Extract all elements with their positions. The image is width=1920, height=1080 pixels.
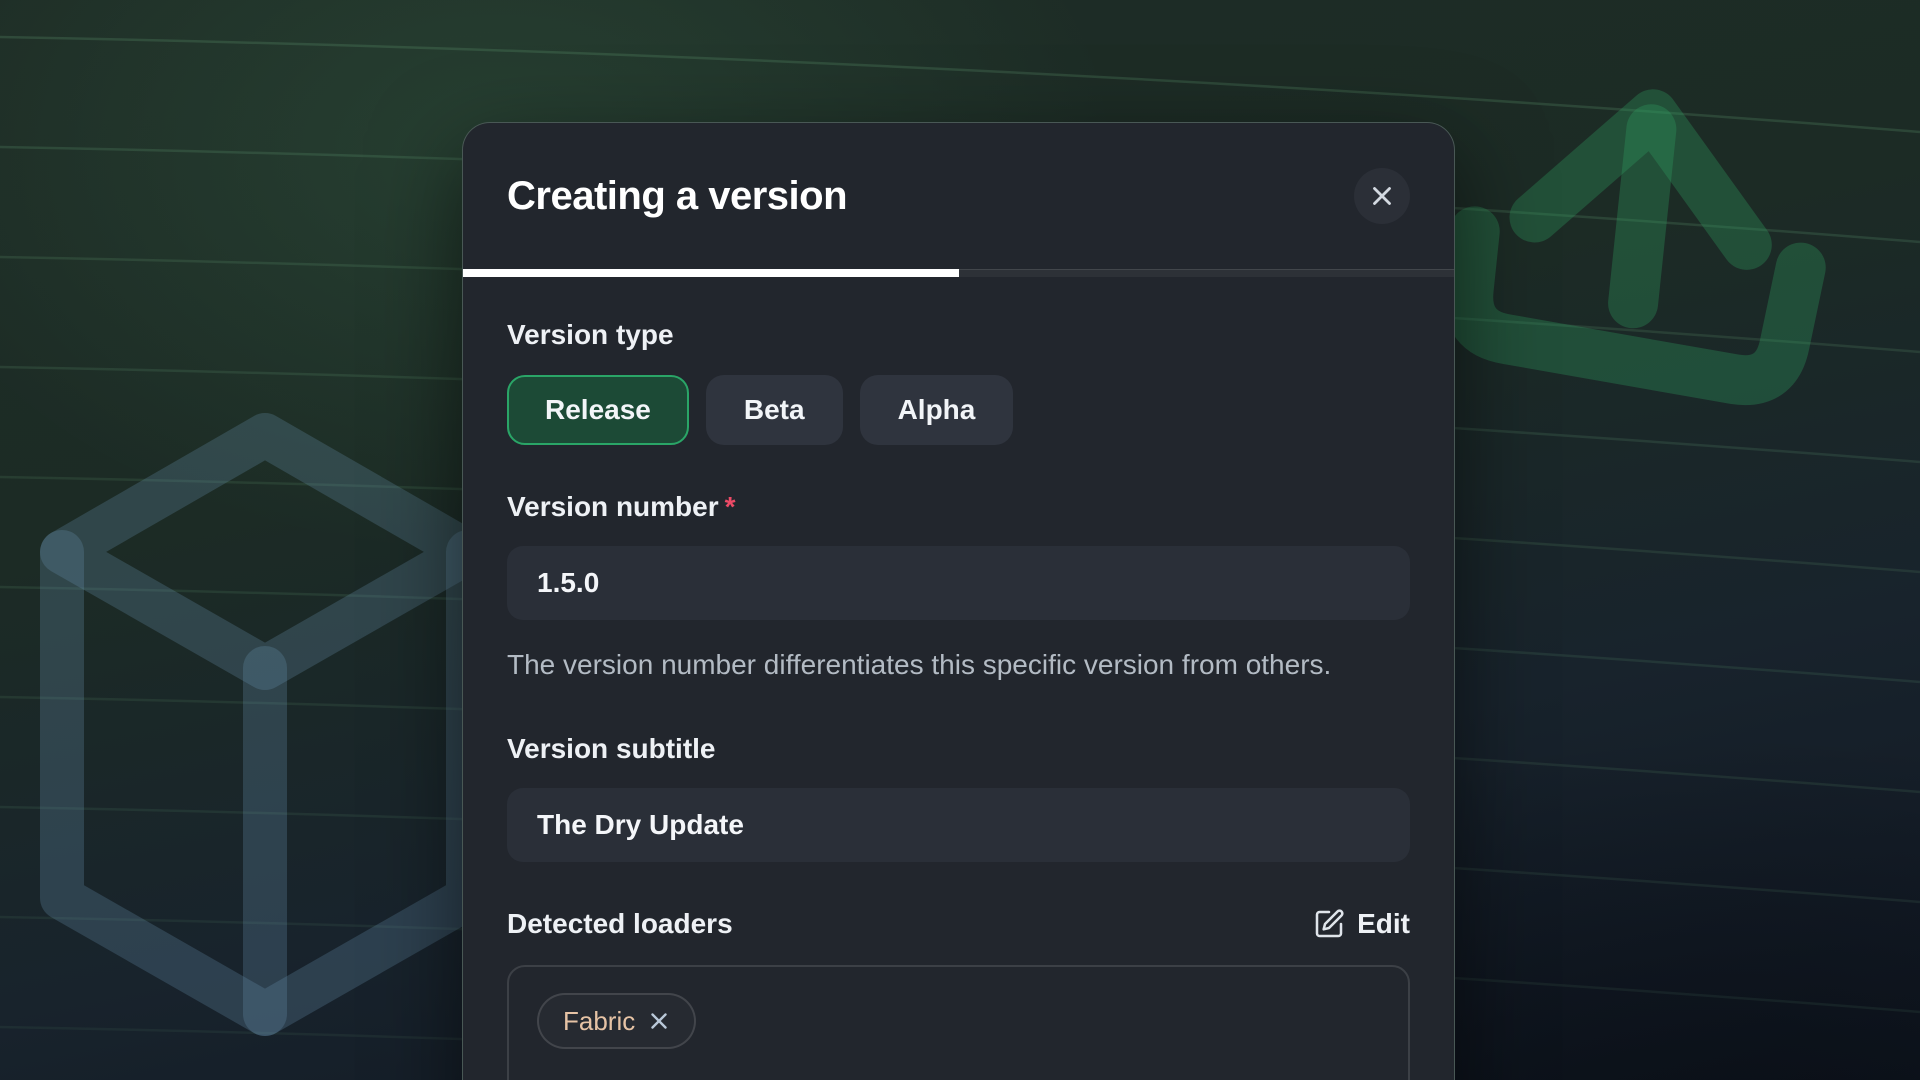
version-subtitle-input[interactable] bbox=[507, 788, 1410, 862]
edit-label: Edit bbox=[1357, 908, 1410, 940]
version-subtitle-field: Version subtitle bbox=[507, 733, 1410, 862]
version-number-input[interactable] bbox=[507, 546, 1410, 620]
version-number-label: Version number* bbox=[507, 491, 1410, 523]
progress-fill bbox=[463, 269, 959, 277]
page-background: Creating a version Version type Release … bbox=[0, 0, 1920, 1080]
modal-body: Version type Release Beta Alpha Version … bbox=[463, 277, 1454, 1080]
detected-loaders-field: Detected loaders Edit Fabric bbox=[507, 908, 1410, 1080]
version-type-options: Release Beta Alpha bbox=[507, 375, 1410, 445]
detected-loaders-header: Detected loaders Edit bbox=[507, 908, 1410, 940]
close-button[interactable] bbox=[1354, 168, 1410, 224]
modal-header: Creating a version bbox=[463, 123, 1454, 269]
package-cube-icon bbox=[62, 435, 468, 1014]
remove-loader-icon[interactable] bbox=[648, 1010, 670, 1032]
version-type-release-button[interactable]: Release bbox=[507, 375, 689, 445]
required-asterisk: * bbox=[725, 491, 736, 522]
loader-chip-fabric: Fabric bbox=[537, 993, 696, 1049]
square-pen-icon bbox=[1313, 908, 1345, 940]
edit-loaders-button[interactable]: Edit bbox=[1313, 908, 1410, 940]
version-type-field: Version type Release Beta Alpha bbox=[507, 319, 1410, 445]
version-type-label: Version type bbox=[507, 319, 1410, 351]
upload-arrow-icon bbox=[1462, 97, 1815, 385]
version-number-label-text: Version number bbox=[507, 491, 719, 522]
detected-loaders-box: Fabric bbox=[507, 965, 1410, 1080]
version-type-alpha-button[interactable]: Alpha bbox=[860, 375, 1014, 445]
version-number-help: The version number differentiates this s… bbox=[507, 642, 1367, 687]
version-type-beta-button[interactable]: Beta bbox=[706, 375, 843, 445]
loader-chip-label: Fabric bbox=[563, 1006, 635, 1037]
version-subtitle-label: Version subtitle bbox=[507, 733, 1410, 765]
close-icon bbox=[1369, 183, 1395, 209]
create-version-modal: Creating a version Version type Release … bbox=[462, 122, 1455, 1080]
progress-bar bbox=[463, 269, 1454, 277]
version-number-field: Version number* The version number diffe… bbox=[507, 491, 1410, 687]
detected-loaders-label: Detected loaders bbox=[507, 908, 733, 940]
modal-title: Creating a version bbox=[507, 174, 847, 219]
